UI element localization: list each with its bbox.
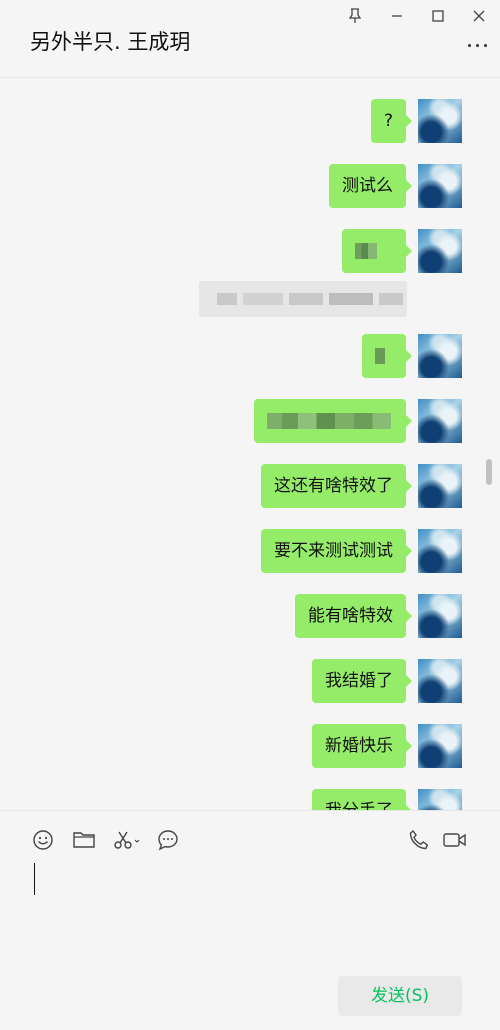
message-row: 能有啥特效	[295, 594, 462, 638]
message-bubble-blurred[interactable]	[362, 334, 412, 378]
message-row: 要不来测试测试	[261, 529, 462, 573]
avatar[interactable]	[418, 529, 462, 573]
message-bubble-blurred[interactable]	[254, 399, 412, 443]
chat-title: 另外半只. 王成玥	[30, 30, 191, 54]
message-row: 我结婚了	[312, 659, 462, 703]
scrollbar-thumb[interactable]	[486, 459, 492, 485]
avatar[interactable]	[418, 334, 462, 378]
emoji-icon[interactable]	[30, 827, 56, 853]
maximize-icon[interactable]	[426, 5, 450, 27]
close-icon[interactable]	[467, 5, 491, 27]
message-bubble[interactable]: 我分手了	[312, 789, 412, 810]
chat-history-icon[interactable]	[155, 827, 181, 853]
avatar[interactable]	[418, 789, 462, 810]
text-input-caret[interactable]	[34, 863, 35, 895]
minimize-icon[interactable]	[385, 5, 409, 27]
avatar[interactable]	[418, 99, 462, 143]
avatar[interactable]	[418, 724, 462, 768]
video-icon[interactable]	[441, 827, 469, 853]
message-bubble[interactable]: ?	[370, 99, 413, 143]
message-bubble-blurred[interactable]	[342, 229, 412, 273]
pin-icon[interactable]	[343, 5, 367, 27]
scissors-icon[interactable]	[113, 827, 143, 853]
avatar[interactable]	[418, 464, 462, 508]
message-row: 我分手了	[312, 789, 462, 810]
message-row	[254, 399, 462, 443]
message-row: ?	[370, 99, 462, 143]
avatar[interactable]	[418, 164, 462, 208]
chat-header: 另外半只. 王成玥	[0, 0, 500, 78]
composer: 发送(S)	[0, 810, 500, 1030]
send-button[interactable]: 发送(S)	[338, 976, 462, 1016]
avatar[interactable]	[418, 229, 462, 273]
message-row	[362, 334, 462, 378]
more-icon[interactable]	[466, 36, 490, 54]
message-bubble[interactable]: 要不来测试测试	[261, 529, 412, 573]
system-notice-blurred	[199, 281, 407, 317]
message-row: 新婚快乐	[312, 724, 462, 768]
avatar[interactable]	[418, 399, 462, 443]
message-list[interactable]: ? 测试么 这还有啥特效了 要不来测试测试 能有啥特效 我结婚了 新婚快乐	[0, 79, 500, 810]
phone-icon[interactable]	[406, 827, 432, 853]
message-bubble[interactable]: 测试么	[329, 164, 412, 208]
message-bubble[interactable]: 能有啥特效	[295, 594, 412, 638]
message-bubble[interactable]: 我结婚了	[312, 659, 412, 703]
message-bubble[interactable]: 这还有啥特效了	[261, 464, 412, 508]
avatar[interactable]	[418, 594, 462, 638]
message-row: 测试么	[329, 164, 462, 208]
folder-icon[interactable]	[71, 827, 97, 853]
message-row: 这还有啥特效了	[261, 464, 462, 508]
avatar[interactable]	[418, 659, 462, 703]
message-bubble[interactable]: 新婚快乐	[312, 724, 412, 768]
message-row	[342, 229, 462, 273]
